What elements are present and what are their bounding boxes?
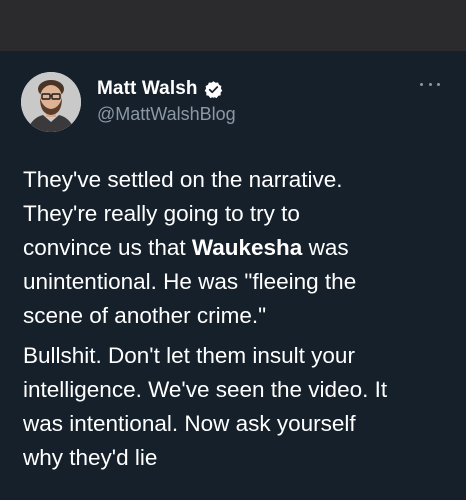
tweet-line: convince us that	[23, 235, 192, 260]
tweet-line: They're really going to try to	[23, 201, 300, 226]
author-display-name[interactable]: Matt Walsh	[97, 78, 198, 100]
tweet-line: was intentional. Now ask yourself	[23, 411, 356, 436]
tweet-card: Matt Walsh @MattWalshBlog They've settle…	[0, 51, 466, 500]
avatar[interactable]	[21, 72, 81, 132]
tweet-text: They've settled on the narrative. They'r…	[23, 163, 453, 475]
more-options-icon	[420, 82, 423, 86]
top-bar	[0, 0, 466, 51]
tweet-paragraph-1: They've settled on the narrative. They'r…	[23, 163, 453, 333]
tweet-line: intelligence. We've seen the video. It	[23, 377, 388, 402]
tweet-line: was	[302, 235, 349, 260]
tweet-line: They've settled on the narrative.	[23, 167, 343, 192]
tweet-line: scene of another crime."	[23, 303, 267, 328]
verified-badge-icon	[204, 80, 223, 99]
tweet-line: why they'd lie	[23, 445, 158, 470]
more-options-button[interactable]	[420, 79, 440, 89]
tweet-line: unintentional. He was "fleeing the	[23, 269, 357, 294]
tweet-line: Bullshit. Don't let them insult your	[23, 343, 355, 368]
tweet-paragraph-2: Bullshit. Don't let them insult your int…	[23, 339, 453, 475]
author-name-row: Matt Walsh	[97, 78, 223, 100]
profile-photo	[21, 72, 81, 132]
hashtag-waukesha: Waukesha	[191, 235, 303, 260]
author-handle[interactable]: @MattWalshBlog	[97, 104, 236, 125]
